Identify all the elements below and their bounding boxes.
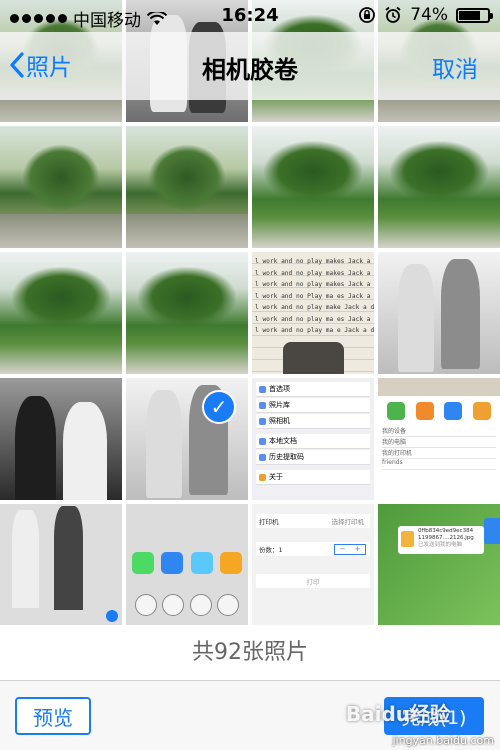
watermark-url: jingyan.baidu.com bbox=[392, 734, 494, 747]
photo-thumb[interactable] bbox=[0, 126, 122, 248]
preview-button[interactable]: 预览 bbox=[15, 697, 91, 735]
photo-count: 共92张照片 bbox=[0, 625, 500, 680]
photo-thumb[interactable] bbox=[378, 252, 500, 374]
photo-thumb[interactable]: 打印机 选择打印机 份数：1 − + 打印 bbox=[252, 504, 374, 625]
photo-thumb[interactable] bbox=[378, 126, 500, 248]
photo-thumb[interactable] bbox=[252, 126, 374, 248]
checkmark-icon: ✓ bbox=[202, 390, 236, 424]
photo-thumb-selected[interactable]: ✓ bbox=[126, 378, 248, 500]
photo-thumb[interactable]: 我的设备 我的电脑 我的打印机 friends bbox=[378, 378, 500, 500]
alarm-icon bbox=[385, 6, 401, 23]
cancel-button[interactable]: 取消 bbox=[432, 50, 478, 84]
battery-percent: 74% bbox=[410, 5, 448, 25]
photo-thumb[interactable] bbox=[126, 252, 248, 374]
settings-menu-preview: 首选项 照片库 照相机 本地文档 历史提取码 关于 bbox=[256, 382, 370, 486]
photo-thumb[interactable] bbox=[126, 126, 248, 248]
photo-thumb[interactable]: 0ffb834c9ed9ec384 1199867....2126.jpg 已发… bbox=[378, 504, 500, 625]
photo-thumb[interactable] bbox=[0, 378, 122, 500]
watermark-logo: Baidu经验 bbox=[345, 702, 450, 726]
page-title: 相机胶卷 bbox=[202, 56, 298, 84]
status-bar: 中国移动 16:24 74% bbox=[0, 0, 500, 32]
file-card-preview: 0ffb834c9ed9ec384 1199867....2126.jpg 已发… bbox=[398, 526, 484, 554]
battery-level bbox=[459, 10, 480, 20]
rotation-lock-icon bbox=[359, 7, 376, 23]
typed-text: l work and no play makes Jack a dull l w… bbox=[255, 258, 374, 334]
photo-thumb[interactable] bbox=[0, 504, 122, 625]
photo-thumb[interactable] bbox=[0, 252, 122, 374]
print-dialog-preview: 打印机 选择打印机 份数：1 − + 打印 bbox=[252, 504, 374, 625]
small-checkmark-icon bbox=[106, 610, 118, 622]
battery-icon bbox=[456, 7, 493, 23]
share-sheet-preview bbox=[128, 552, 246, 574]
photo-thumb[interactable] bbox=[126, 504, 248, 625]
status-right: 74% bbox=[358, 5, 493, 25]
photo-thumb[interactable]: 首选项 照片库 照相机 本地文档 历史提取码 关于 bbox=[252, 378, 374, 500]
photo-thumb[interactable]: l work and no play makes Jack a dull l w… bbox=[252, 252, 374, 374]
navigation-bar: 照片 相机胶卷 取消 bbox=[0, 32, 500, 100]
